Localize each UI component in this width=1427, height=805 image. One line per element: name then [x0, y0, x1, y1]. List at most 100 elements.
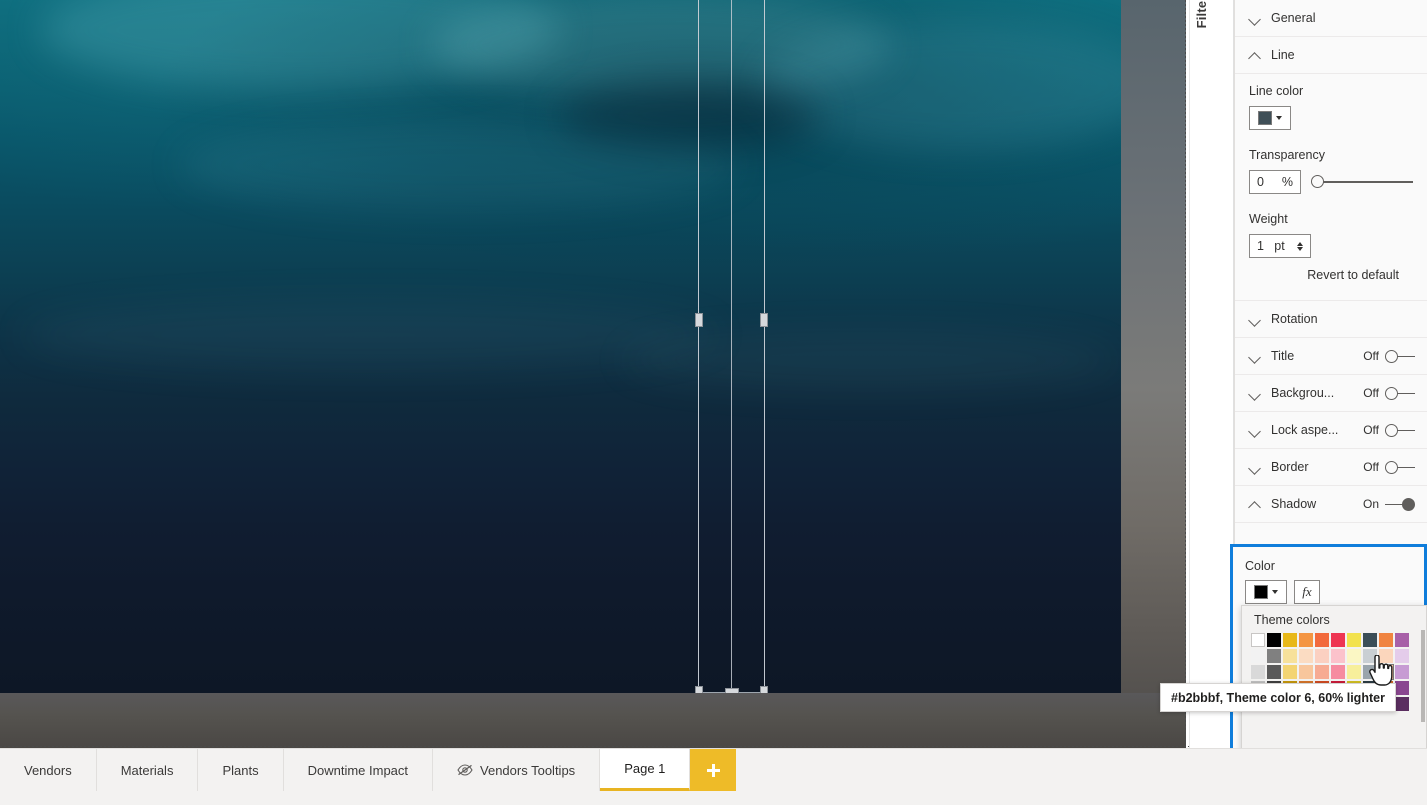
theme-color-swatch[interactable]	[1315, 649, 1329, 663]
theme-color-swatch[interactable]	[1331, 649, 1345, 663]
page-tab-vendors-tooltips[interactable]: Vendors Tooltips	[433, 749, 601, 791]
page-tab-label: Downtime Impact	[307, 762, 409, 778]
theme-color-swatch[interactable]	[1267, 649, 1281, 663]
lock-aspect-toggle[interactable]	[1385, 423, 1415, 437]
theme-color-swatch[interactable]	[1251, 649, 1265, 663]
theme-color-swatch[interactable]	[1347, 649, 1361, 663]
format-section-lock-aspect[interactable]: Lock aspe... Off	[1235, 412, 1427, 449]
theme-color-swatch[interactable]	[1395, 665, 1409, 679]
shadow-toggle[interactable]	[1385, 497, 1415, 511]
format-section-title[interactable]: Title Off	[1235, 338, 1427, 375]
chevron-down-icon	[1272, 590, 1278, 594]
format-section-background[interactable]: Backgrou... Off	[1235, 375, 1427, 412]
line-color-picker-button[interactable]	[1249, 106, 1291, 130]
chevron-down-icon	[1249, 387, 1261, 399]
theme-color-swatch[interactable]	[1267, 665, 1281, 679]
canvas-dotted-guide-vertical	[1185, 0, 1186, 748]
theme-color-swatch[interactable]	[1347, 633, 1361, 647]
theme-color-column[interactable]	[1395, 633, 1409, 711]
shadow-color-swatch	[1254, 585, 1268, 599]
theme-color-swatch[interactable]	[1379, 633, 1393, 647]
selection-handle-right-middle[interactable]	[760, 313, 768, 327]
transparency-value: 0	[1257, 175, 1264, 189]
theme-color-swatch[interactable]	[1395, 633, 1409, 647]
stepper-up-icon[interactable]	[1296, 241, 1303, 246]
toggle-knob	[1385, 386, 1398, 400]
theme-color-swatch[interactable]	[1331, 665, 1345, 679]
format-section-label: Line	[1271, 48, 1295, 62]
color-popup-scrollbar[interactable]	[1421, 630, 1425, 722]
weight-input[interactable]: 1 pt	[1249, 234, 1311, 258]
page-tab-label: Plants	[222, 762, 259, 778]
theme-color-swatch[interactable]	[1395, 649, 1409, 663]
theme-color-swatch[interactable]	[1283, 665, 1297, 679]
theme-color-swatch[interactable]	[1299, 633, 1313, 647]
slider-thumb[interactable]	[1311, 175, 1324, 188]
background-toggle[interactable]	[1385, 386, 1415, 400]
line-section-body: Line color Transparency 0 % Weight 1 pt …	[1235, 74, 1427, 301]
line-transparency-field: Transparency 0 %	[1249, 148, 1413, 194]
selection-handle-bottom-left[interactable]	[695, 686, 703, 693]
slider-track	[1317, 181, 1413, 183]
page-tab-vendors[interactable]: Vendors	[0, 749, 97, 791]
background-wisp	[20, 300, 720, 370]
chevron-down-icon	[1249, 350, 1261, 362]
weight-label: Weight	[1249, 212, 1288, 226]
format-section-general[interactable]: General	[1235, 0, 1427, 37]
format-section-line[interactable]: Line	[1235, 37, 1427, 74]
filters-pane-collapsed[interactable]: Filters	[1189, 0, 1234, 748]
shadow-color-picker-button[interactable]	[1245, 580, 1287, 604]
format-section-label: Lock aspe...	[1271, 423, 1339, 437]
theme-color-swatch[interactable]	[1283, 649, 1297, 663]
page-tab-downtime-impact[interactable]: Downtime Impact	[283, 749, 434, 791]
line-color-field: Line color	[1249, 84, 1413, 130]
selection-handle-bottom-right[interactable]	[760, 686, 768, 693]
theme-color-swatch[interactable]	[1251, 633, 1265, 647]
report-page-surface[interactable]	[0, 0, 1121, 693]
theme-color-swatch[interactable]	[1347, 665, 1361, 679]
theme-color-swatch[interactable]	[1363, 633, 1377, 647]
theme-color-swatch[interactable]	[1395, 697, 1409, 711]
page-tab-label: Vendors Tooltips	[480, 762, 576, 778]
toggle-knob	[1385, 349, 1398, 363]
format-section-border[interactable]: Border Off	[1235, 449, 1427, 486]
format-section-label: General	[1271, 11, 1316, 25]
canvas-gutter-bottom	[0, 693, 1186, 748]
report-canvas-region[interactable]	[0, 0, 1186, 748]
theme-color-swatch[interactable]	[1315, 665, 1329, 679]
page-tab-plants[interactable]: Plants	[198, 749, 284, 791]
theme-color-swatch[interactable]	[1395, 681, 1409, 695]
weight-stepper[interactable]	[1296, 241, 1303, 251]
powerbi-report-editor: Filters General Line Line color Transpar…	[0, 0, 1427, 805]
theme-color-swatch[interactable]	[1283, 633, 1297, 647]
weight-value: 1	[1257, 239, 1264, 253]
page-tab-label: Materials	[120, 762, 174, 778]
page-tab-label: Vendors	[24, 762, 72, 778]
transparency-input[interactable]: 0 %	[1249, 170, 1301, 194]
toggle-knob	[1402, 497, 1415, 511]
chevron-down-icon	[1249, 12, 1261, 24]
chevron-up-icon	[1249, 498, 1261, 510]
format-section-shadow[interactable]: Shadow On	[1235, 486, 1427, 523]
background-wisp	[620, 330, 1120, 390]
add-page-button[interactable]	[690, 749, 737, 791]
selection-handle-left-middle[interactable]	[695, 313, 703, 327]
revert-to-default-link[interactable]: Revert to default	[1249, 262, 1413, 294]
page-tab-page-1[interactable]: Page 1	[600, 749, 691, 791]
theme-color-swatch[interactable]	[1251, 665, 1265, 679]
chevron-down-icon	[1249, 461, 1261, 473]
transparency-unit: %	[1281, 175, 1293, 189]
page-tabs[interactable]: Vendors Materials Plants Downtime Impact Ven…	[0, 749, 1427, 791]
format-section-rotation[interactable]: Rotation	[1235, 301, 1427, 338]
border-toggle[interactable]	[1385, 460, 1415, 474]
transparency-slider[interactable]	[1311, 175, 1413, 189]
theme-color-swatch[interactable]	[1331, 633, 1345, 647]
theme-color-swatch[interactable]	[1267, 633, 1281, 647]
theme-color-swatch[interactable]	[1315, 633, 1329, 647]
stepper-down-icon[interactable]	[1296, 246, 1303, 251]
conditional-formatting-fx-button[interactable]: fx	[1294, 580, 1320, 604]
page-tab-materials[interactable]: Materials	[96, 749, 199, 791]
theme-color-swatch[interactable]	[1299, 649, 1313, 663]
theme-color-swatch[interactable]	[1299, 665, 1313, 679]
title-toggle[interactable]	[1385, 349, 1415, 363]
